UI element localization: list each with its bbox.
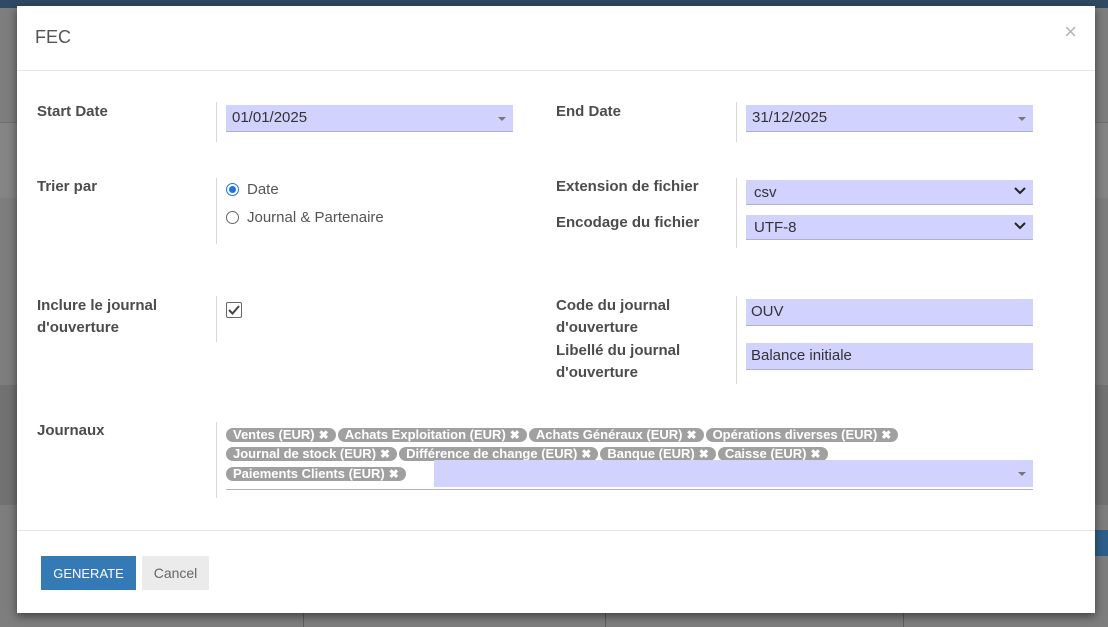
separator [216, 422, 217, 498]
opening-code-label-line1: Code du journal [556, 297, 671, 314]
chevron-down-icon[interactable] [1013, 218, 1027, 232]
include-opening-checkbox[interactable] [226, 302, 242, 318]
remove-tag-icon[interactable]: ✖ [389, 467, 399, 481]
file-encoding-label: Encodage du fichier [556, 214, 700, 231]
end-date-label: End Date [556, 103, 622, 120]
separator [736, 296, 737, 384]
journal-tag: Banque (EUR) ✖ [600, 447, 716, 461]
opening-label-label: Libellé du journal d'ouverture [556, 340, 680, 384]
close-icon[interactable]: × [1064, 20, 1077, 44]
remove-tag-icon[interactable]: ✖ [380, 447, 390, 461]
journal-tag: Achats Généraux (EUR) ✖ [528, 428, 704, 442]
journals-underline [226, 489, 1033, 490]
background-divider [605, 612, 606, 627]
separator [736, 102, 737, 142]
journal-tag: Caisse (EUR) ✖ [717, 447, 828, 461]
journals-input[interactable] [434, 460, 1033, 487]
journals-label: Journaux [37, 422, 105, 439]
caret-down-icon[interactable] [498, 117, 506, 121]
separator [216, 178, 217, 244]
chevron-down-icon[interactable] [1013, 183, 1027, 197]
end-date-input[interactable]: 31/12/2025 [746, 105, 1033, 132]
sort-option-journal-partner[interactable]: Journal & Partenaire [226, 209, 384, 226]
sort-option-label: Journal & Partenaire [247, 209, 384, 226]
file-extension-label: Extension de fichier [556, 178, 699, 195]
end-date-value: 31/12/2025 [752, 109, 828, 126]
opening-label-input[interactable]: Balance initiale [746, 343, 1033, 370]
dialog-header: FEC × [17, 6, 1095, 71]
journal-tag: Ventes (EUR) ✖ [226, 428, 336, 442]
include-opening-label-line2: d'ouverture [37, 319, 119, 336]
start-date-input[interactable]: 01/01/2025 [226, 105, 513, 132]
separator [216, 296, 217, 342]
remove-tag-icon[interactable]: ✖ [699, 447, 709, 461]
journal-tag: Journal de stock (EUR) ✖ [226, 447, 398, 461]
separator [736, 178, 737, 248]
opening-code-value: OUV [751, 303, 784, 320]
opening-code-label-line2: d'ouverture [556, 319, 638, 336]
remove-tag-icon[interactable]: ✖ [319, 428, 329, 442]
background-divider [903, 612, 904, 627]
background-blue-button [1094, 530, 1108, 556]
opening-label-label-line1: Libellé du journal [556, 342, 681, 359]
caret-down-icon[interactable] [1018, 117, 1026, 121]
remove-tag-icon[interactable]: ✖ [881, 428, 891, 442]
file-extension-value: csv [754, 184, 777, 201]
separator [216, 102, 217, 142]
remove-tag-icon[interactable]: ✖ [581, 447, 591, 461]
journal-tag: Achats Exploitation (EUR) ✖ [337, 428, 527, 442]
start-date-label: Start Date [37, 103, 108, 120]
radio-selected-icon[interactable] [226, 183, 239, 196]
sort-label: Trier par [37, 178, 98, 195]
dialog-footer: GENERATE Cancel [17, 530, 1095, 614]
file-encoding-value: UTF-8 [754, 219, 797, 236]
remove-tag-icon[interactable]: ✖ [510, 428, 520, 442]
remove-tag-icon[interactable]: ✖ [687, 428, 697, 442]
include-opening-label: Inclure le journal d'ouverture [37, 295, 157, 339]
remove-tag-icon[interactable]: ✖ [810, 447, 820, 461]
file-encoding-select[interactable]: UTF-8 [746, 215, 1033, 240]
caret-down-icon[interactable] [1018, 472, 1026, 476]
journal-tag: Opérations diverses (EUR) ✖ [705, 428, 899, 442]
journal-tag: Différence de change (EUR) ✖ [399, 447, 599, 461]
fec-dialog: FEC × Start Date 01/01/2025 End Date 31/… [17, 6, 1095, 613]
opening-code-label: Code du journal d'ouverture [556, 295, 670, 339]
generate-button[interactable]: GENERATE [41, 556, 136, 590]
cancel-button[interactable]: Cancel [142, 556, 209, 590]
include-opening-label-line1: Inclure le journal [37, 297, 158, 314]
opening-code-input[interactable]: OUV [746, 299, 1033, 326]
check-icon [228, 305, 240, 315]
start-date-value: 01/01/2025 [232, 109, 308, 126]
sort-option-label: Date [247, 181, 279, 198]
radio-icon[interactable] [226, 211, 239, 224]
opening-label-label-line2: d'ouverture [556, 364, 638, 381]
background-divider [303, 612, 304, 627]
opening-label-value: Balance initiale [751, 347, 852, 364]
journal-tag: Paiements Clients (EUR) ✖ [226, 467, 406, 481]
file-extension-select[interactable]: csv [746, 180, 1033, 205]
dialog-title: FEC [35, 27, 71, 47]
sort-option-date[interactable]: Date [226, 181, 279, 198]
